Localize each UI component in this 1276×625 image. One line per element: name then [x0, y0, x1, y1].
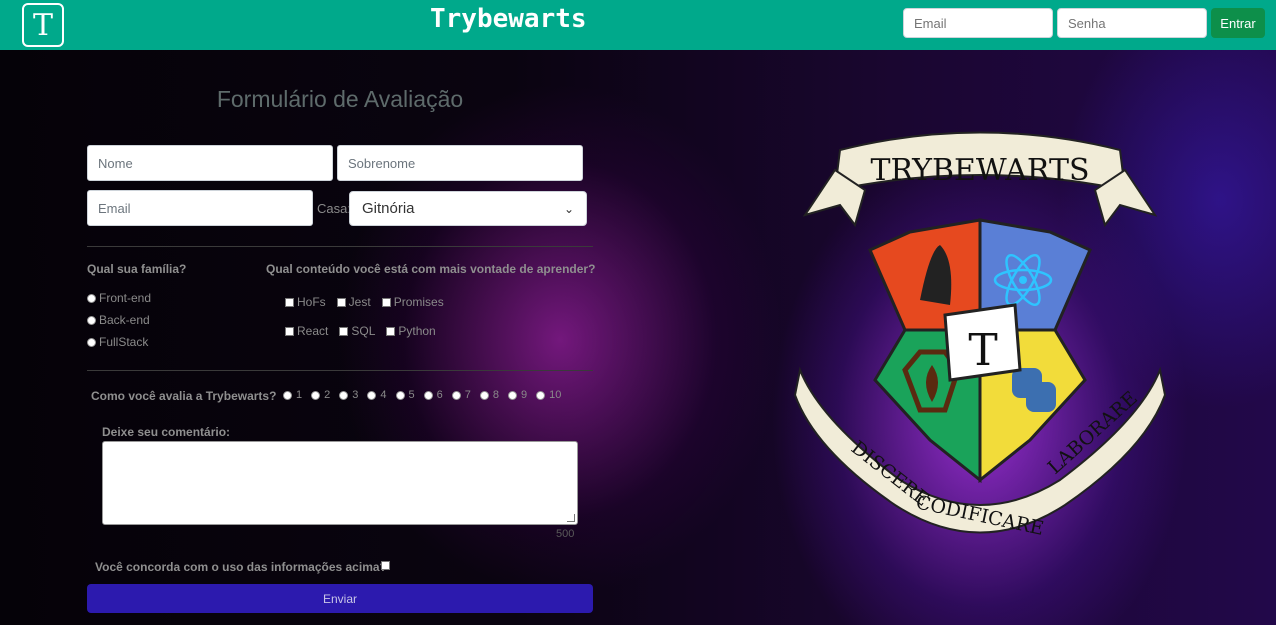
rating-label: 3 — [352, 389, 359, 401]
comment-label: Deixe seu comentário: — [102, 425, 231, 439]
rating-option[interactable]: 6 — [423, 389, 443, 401]
email-input[interactable]: Email — [87, 190, 313, 226]
crest-center-letter: T — [968, 325, 997, 376]
radio-button[interactable] — [339, 390, 349, 400]
rating-label: 9 — [521, 389, 528, 401]
logo-letter: T — [32, 7, 53, 43]
radio-button[interactable] — [87, 315, 96, 325]
checkbox[interactable] — [285, 326, 294, 336]
agreement-checkbox[interactable] — [381, 561, 390, 570]
name-placeholder: Nome — [98, 155, 133, 171]
comment-textarea[interactable] — [102, 441, 578, 525]
divider — [87, 246, 593, 247]
family-option-fullstack[interactable]: FullStack — [87, 335, 148, 349]
email-placeholder: Email — [98, 200, 131, 216]
login-email-input[interactable] — [903, 8, 1053, 38]
site-title: Trybewarts — [430, 4, 587, 34]
content-option-label: Jest — [348, 295, 371, 309]
content-option-label: React — [297, 324, 329, 338]
checkbox[interactable] — [386, 326, 396, 336]
house-selected-value: Gitnória — [362, 200, 415, 217]
lastname-input[interactable]: Sobrenome — [337, 145, 583, 181]
radio-button[interactable] — [479, 390, 489, 400]
radio-button[interactable] — [451, 390, 461, 400]
rating-option[interactable]: 5 — [395, 389, 415, 401]
family-option-label: FullStack — [99, 335, 149, 349]
family-question: Qual sua família? — [87, 262, 187, 276]
rating-label: 1 — [296, 389, 303, 401]
trybewarts-logo-icon: T — [22, 3, 64, 47]
rating-option[interactable]: 10 — [536, 389, 561, 401]
rating-label: 10 — [549, 389, 562, 401]
family-option-label: Back-end — [99, 313, 150, 327]
character-counter: 500 — [556, 528, 575, 540]
content-option-label: Python — [398, 324, 436, 338]
radio-button[interactable] — [508, 390, 517, 400]
rating-option[interactable]: 2 — [311, 389, 330, 401]
house-label: Casa: — [317, 201, 351, 216]
content-options-row-1: HoFs Jest Promises — [285, 295, 444, 309]
radio-button[interactable] — [283, 390, 292, 400]
checkbox[interactable] — [381, 297, 391, 307]
agreement-label: Você concorda com o uso das informações … — [95, 560, 387, 574]
content-option-label: HoFs — [297, 295, 326, 309]
rating-label: 4 — [380, 389, 387, 401]
house-select[interactable]: Gitnória ⌄ — [349, 191, 587, 226]
checkbox[interactable] — [339, 326, 349, 336]
login-password-input[interactable] — [1057, 8, 1207, 38]
rating-label: 6 — [436, 389, 443, 401]
rating-option[interactable]: 9 — [508, 389, 527, 401]
radio-button[interactable] — [87, 337, 96, 347]
family-option-label: Front-end — [99, 291, 152, 305]
radio-button[interactable] — [311, 390, 321, 400]
content-option-label: SQL — [351, 324, 376, 338]
radio-button[interactable] — [395, 390, 405, 400]
submit-button[interactable]: Enviar — [87, 584, 593, 613]
family-option-back-end[interactable]: Back-end — [87, 313, 150, 327]
rating-label: 2 — [324, 389, 331, 401]
rating-label: 5 — [408, 389, 415, 401]
rating-label: 8 — [492, 389, 499, 401]
rating-option[interactable]: 3 — [339, 389, 358, 401]
rating-option[interactable]: 4 — [367, 389, 387, 401]
content-option-label: Promises — [393, 295, 444, 309]
checkbox[interactable] — [285, 297, 294, 307]
rating-label: 7 — [464, 389, 471, 401]
radio-button[interactable] — [87, 293, 96, 303]
rating-option[interactable]: 1 — [283, 389, 302, 401]
resize-handle-icon[interactable] — [567, 514, 575, 522]
family-option-front-end[interactable]: Front-end — [87, 291, 151, 305]
name-input[interactable]: Nome — [87, 145, 333, 181]
top-bar: T Trybewarts Entrar — [0, 0, 1276, 50]
radio-button[interactable] — [423, 390, 433, 400]
rating-options: 1 2 3 4 5 6 7 8 9 10 — [283, 389, 561, 401]
content-options-row-2: React SQL Python — [285, 324, 436, 338]
trybewarts-crest-icon: TRYBEWARTS T DISCERE CODIFICARE LABORARE — [793, 131, 1167, 540]
rating-question: Como você avalia a Trybewarts? — [91, 389, 277, 403]
radio-button[interactable] — [367, 390, 377, 400]
radio-button[interactable] — [536, 390, 546, 400]
rating-option[interactable]: 8 — [479, 389, 499, 401]
checkbox[interactable] — [336, 297, 346, 307]
login-button[interactable]: Entrar — [1211, 8, 1265, 38]
lastname-placeholder: Sobrenome — [348, 155, 416, 171]
form-title: Formulário de Avaliação — [216, 86, 464, 112]
chevron-down-icon: ⌄ — [563, 201, 574, 216]
divider — [87, 370, 593, 371]
crest-banner-text: TRYBEWARTS — [870, 153, 1089, 188]
content-question: Qual conteúdo você está com mais vontade… — [266, 262, 596, 276]
rating-option[interactable]: 7 — [451, 389, 471, 401]
